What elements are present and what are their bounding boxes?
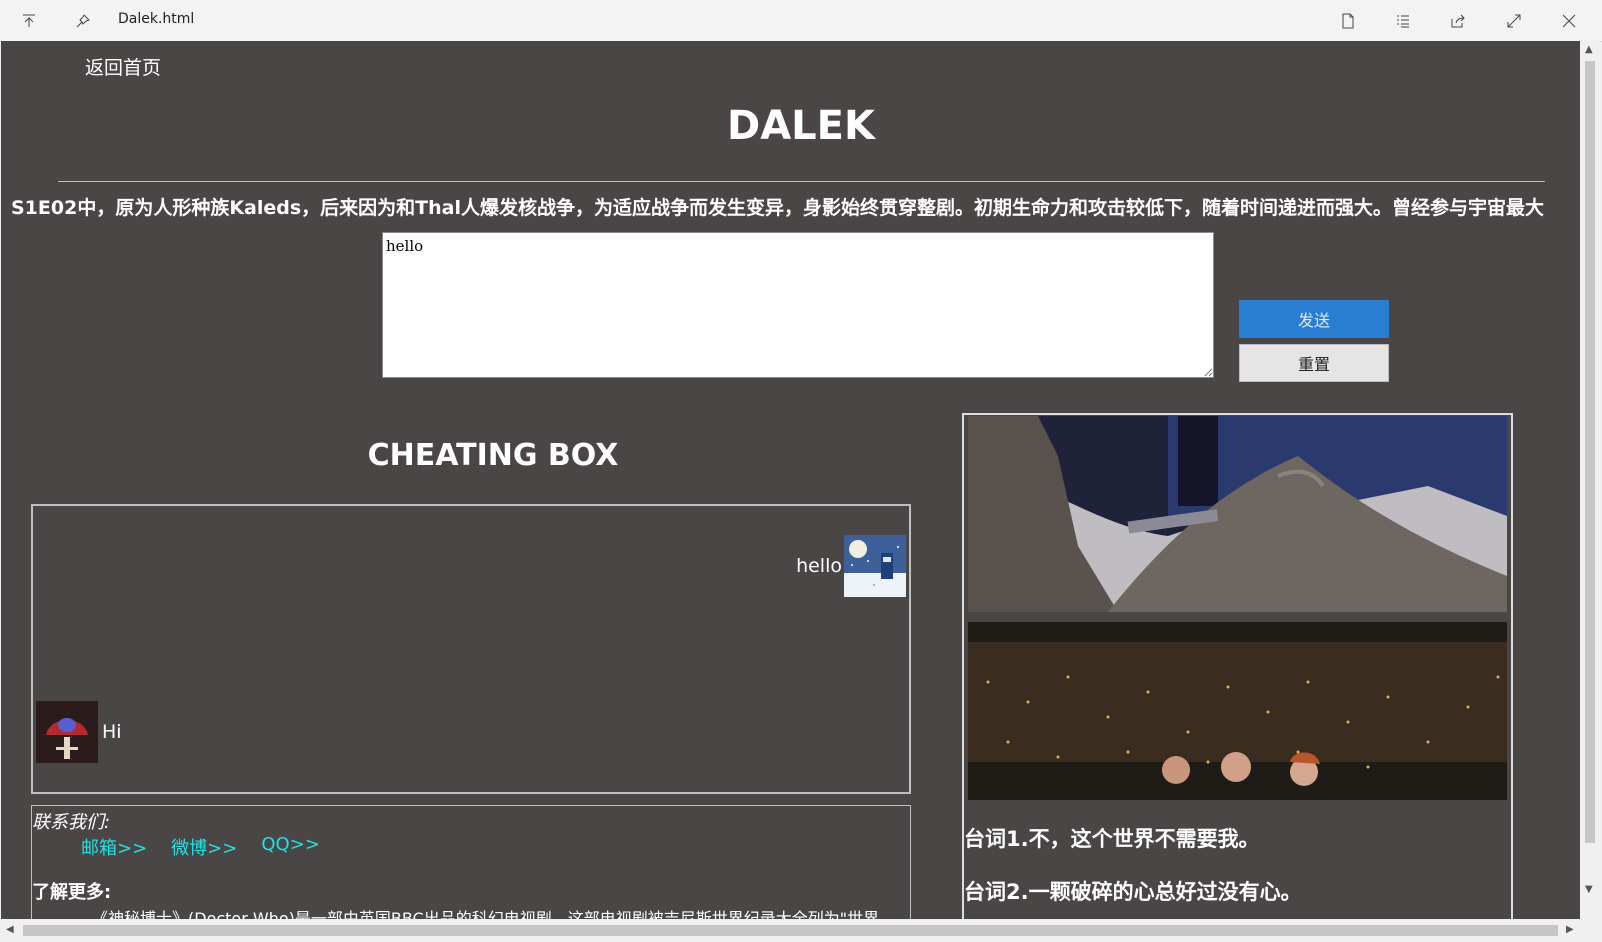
vertical-scroll-thumb[interactable] xyxy=(1585,61,1595,843)
tardis-snow-avatar xyxy=(844,535,906,597)
scroll-up-icon[interactable]: ▲ xyxy=(1585,44,1593,55)
marquee-text: S1E02中，原为人形种族Kaleds，后来因为和Thal人爆发核战争，为适应战… xyxy=(11,197,1545,219)
contact-label: 联系我们: xyxy=(32,812,111,833)
chat-message-left: Hi xyxy=(36,701,122,763)
vertical-scrollbar[interactable]: ▲ ▼ xyxy=(1580,41,1600,919)
chat-message-text: Hi xyxy=(102,721,122,743)
scroll-right-icon[interactable]: ▶ xyxy=(1566,924,1574,935)
learn-more-label: 了解更多: xyxy=(32,882,112,903)
qq-link[interactable]: QQ>> xyxy=(261,834,320,860)
dalek-closeup-image xyxy=(968,416,1507,612)
chat-box: hello Hi xyxy=(31,504,911,794)
window-titlebar: Dalek.html xyxy=(0,0,1602,42)
chat-box-title: CHEATING BOX xyxy=(367,438,619,473)
list-icon[interactable] xyxy=(1392,10,1414,32)
horizontal-scroll-thumb[interactable] xyxy=(23,925,1558,936)
learn-more-text: 《神秘博士》(Doctor Who)是一部由英国BBC出品的科幻电视剧，这部电视… xyxy=(92,909,880,919)
close-icon[interactable] xyxy=(1558,10,1580,32)
contact-links: 邮箱>> 微博>> QQ>> xyxy=(81,834,320,860)
contact-section: 联系我们: 邮箱>> 微博>> QQ>> 了解更多: 《神秘博士》(Doctor… xyxy=(31,805,911,919)
email-link[interactable]: 邮箱>> xyxy=(81,834,147,860)
message-input[interactable]: hello xyxy=(382,232,1214,378)
quote-2: 台词2.一颗破碎的心总好过没有心。 xyxy=(964,880,1302,904)
home-link[interactable]: 返回首页 xyxy=(85,53,161,80)
intro-marquee: S1E02中，原为人形种族Kaleds，后来因为和Thal人爆发核战争，为适应战… xyxy=(11,193,1580,221)
chat-message-text: hello xyxy=(796,555,842,577)
weibo-link[interactable]: 微博>> xyxy=(171,834,237,860)
image-gallery: 台词1.不，这个世界不需要我。 台词2.一颗破碎的心总好过没有心。 xyxy=(962,413,1513,919)
scroll-down-icon[interactable]: ▼ xyxy=(1585,884,1593,895)
expand-icon[interactable] xyxy=(1503,10,1525,32)
chat-message-right: hello xyxy=(796,535,906,597)
dalek-avatar xyxy=(36,701,98,763)
horizontal-scrollbar[interactable]: ◀ ▶ xyxy=(1,919,1580,942)
quote-1: 台词1.不，这个世界不需要我。 xyxy=(964,827,1260,851)
window-title: Dalek.html xyxy=(118,11,195,27)
divider xyxy=(58,181,1545,182)
scroll-to-top-icon[interactable] xyxy=(18,10,40,32)
dalek-army-image xyxy=(968,622,1507,800)
pin-icon[interactable] xyxy=(72,10,94,32)
send-button[interactable]: 发送 xyxy=(1239,300,1389,338)
reading-view-icon[interactable] xyxy=(1337,10,1359,32)
scroll-left-icon[interactable]: ◀ xyxy=(6,924,14,935)
share-icon[interactable] xyxy=(1447,10,1469,32)
page-title: DALEK xyxy=(727,103,875,149)
reset-button[interactable]: 重置 xyxy=(1239,344,1389,382)
page-viewport: 返回首页 DALEK S1E02中，原为人形种族Kaleds，后来因为和Thal… xyxy=(1,41,1580,919)
